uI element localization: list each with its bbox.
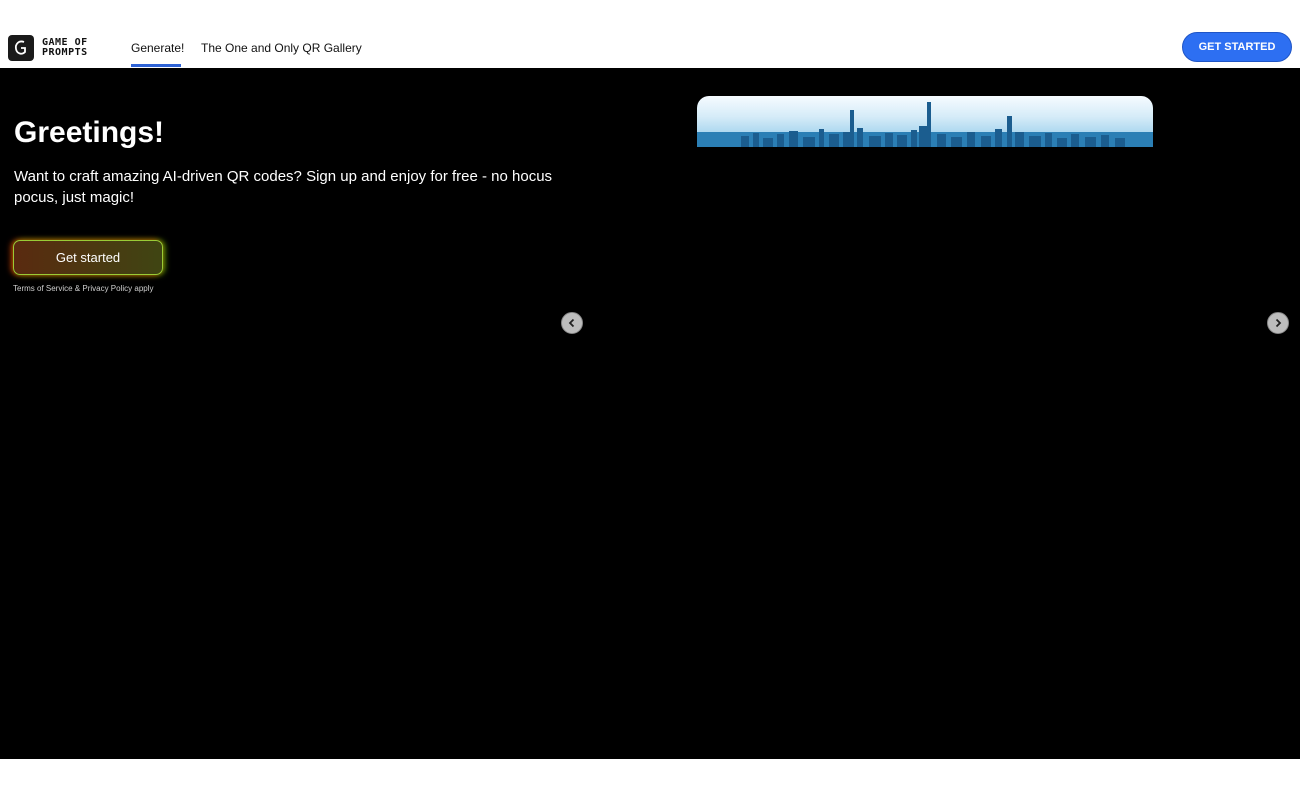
carousel-image (697, 96, 1153, 147)
get-started-button-hero[interactable]: Get started (13, 240, 163, 275)
chevron-left-icon (567, 316, 577, 331)
top-navbar: GAME OF PROMPTS Generate! The One and On… (0, 0, 1300, 68)
hero-section: Greetings! Want to craft amazing AI-driv… (0, 68, 1300, 759)
logo-text-line2: PROMPTS (42, 47, 88, 58)
hero-subtitle: Want to craft amazing AI-driven QR codes… (14, 168, 553, 206)
get-started-button-nav[interactable]: GET STARTED (1182, 32, 1292, 62)
chevron-right-icon (1273, 316, 1283, 331)
carousel-prev-button[interactable] (561, 312, 583, 334)
tab-generate[interactable]: Generate! (131, 41, 184, 55)
terms-text[interactable]: Terms of Service & Privacy Policy apply (13, 284, 154, 293)
hero-title: Greetings! (14, 116, 165, 149)
logo-text: GAME OF PROMPTS (42, 38, 88, 58)
tab-qr-gallery[interactable]: The One and Only QR Gallery (201, 41, 362, 55)
active-tab-indicator (131, 64, 181, 67)
carousel-next-button[interactable] (1267, 312, 1289, 334)
city-skyline-image (697, 102, 1153, 147)
logo[interactable]: GAME OF PROMPTS (8, 35, 88, 61)
logo-icon (8, 35, 34, 61)
